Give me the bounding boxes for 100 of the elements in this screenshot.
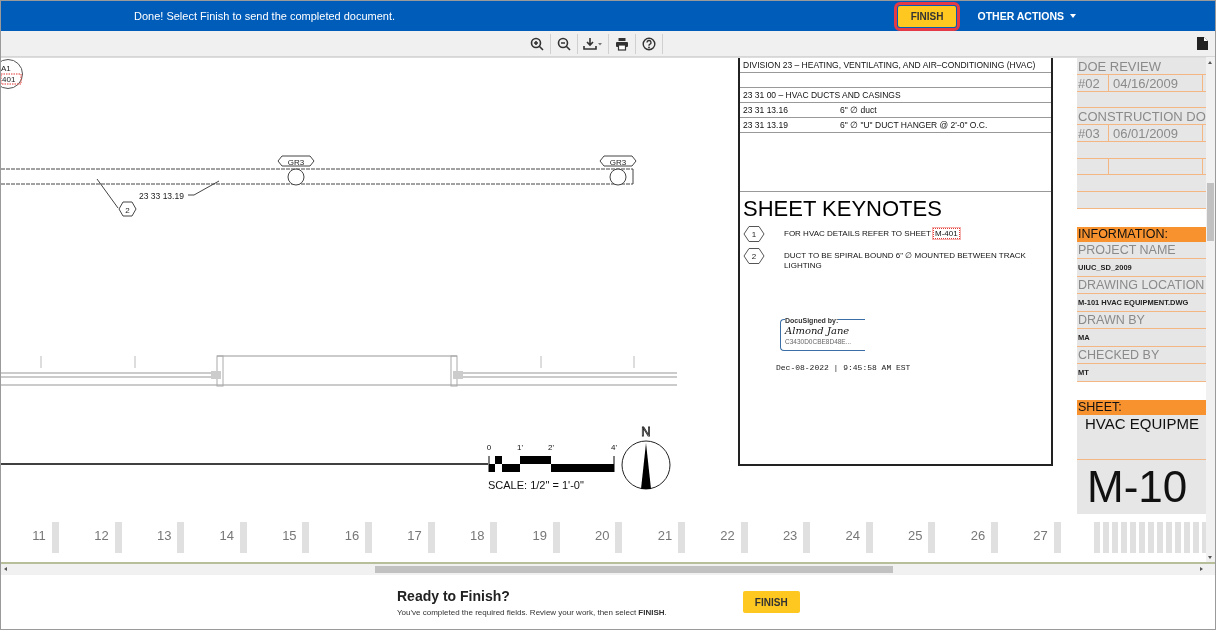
scale-tick-label: 4' <box>611 443 617 452</box>
field-label: DRAWING LOCATION <box>1077 277 1206 295</box>
column-circle <box>287 168 305 186</box>
tag-label: GR3 <box>287 157 305 167</box>
grid-number: 18 <box>468 527 486 545</box>
finish-button[interactable]: FINISH <box>742 591 800 613</box>
footer-heading: Ready to Finish? <box>397 587 511 604</box>
grid-number: 11 <box>31 527 47 545</box>
grid-marker <box>1053 522 1061 553</box>
scroll-left-arrow[interactable] <box>4 567 7 571</box>
keynote-number: 1 <box>751 230 757 239</box>
grid-number: 17 <box>406 527 423 545</box>
table-cell: 6" ∅ duct <box>840 105 877 115</box>
field-label: DRAWN BY <box>1077 312 1206 330</box>
grid-marker <box>552 522 560 553</box>
marker-label: 401 <box>2 75 16 84</box>
grid-number: 27 <box>1032 527 1049 545</box>
tag-label: GR3 <box>609 157 627 167</box>
keynote-text: DUCT TO BE SPIRAL BOUND 6" ∅ MOUNTED BETWEEN TRACK LIGHTING <box>784 251 1026 270</box>
grid-number: 26 <box>969 527 987 545</box>
grid-number: 16 <box>343 527 361 545</box>
scroll-right-arrow[interactable] <box>1200 567 1203 571</box>
grid-marker <box>177 522 185 553</box>
markup-box <box>1 73 22 85</box>
grid-number: 15 <box>281 527 298 545</box>
grid-number: 25 <box>907 527 924 545</box>
footer-message: You've completed the required fields. Review your work, then select FINISH. <box>397 607 667 617</box>
revision-number: #03 <box>1077 125 1109 142</box>
scale-tick-label: 1' <box>517 443 523 452</box>
leader-line <box>187 180 220 196</box>
section-marker <box>1 59 23 89</box>
caret-icon <box>1070 14 1076 18</box>
keynotes-heading: SHEET KEYNOTES <box>743 196 943 222</box>
leader-line <box>96 178 119 209</box>
grid-marker <box>928 522 936 553</box>
keynote-number: 2 <box>751 252 757 261</box>
grid-marker <box>677 522 685 553</box>
grid-number: 13 <box>155 527 173 545</box>
grid-marker <box>615 522 623 553</box>
vertical-scrollbar[interactable] <box>1206 57 1215 562</box>
scale-tick-label: 2' <box>548 443 554 452</box>
scale-label: SCALE: 1/2" = 1'-0" <box>488 479 584 491</box>
keynote-hexagon <box>118 201 137 217</box>
grid-marker <box>865 522 873 553</box>
sheet-link[interactable]: M-401 <box>933 228 960 239</box>
grid-number: 14 <box>218 527 235 545</box>
table-cell-text: 23 31 13.19 <box>743 120 789 130</box>
banner-message: Done! Select Finish to send the completed document. <box>134 10 397 22</box>
grid-tag <box>277 155 315 167</box>
section-heading: INFORMATION: <box>1077 227 1206 243</box>
scroll-thumb[interactable] <box>375 566 893 573</box>
north-arrow-drawing <box>621 440 671 490</box>
grid-marker <box>239 522 247 553</box>
table-cell: DIVISION 23 – HEATING, VENTILATING, AND AIR–CONDITIONING (HVAC) <box>743 60 1036 70</box>
download-icon <box>583 36 603 51</box>
revision-date: 04/16/2009 <box>1109 75 1203 91</box>
grid-number: 23 <box>781 527 799 545</box>
scale-tick-label: 0 <box>486 443 492 452</box>
keynote-text: FOR HVAC DETAILS REFER TO SHEET <box>784 229 931 238</box>
keynote-number: 2 <box>125 205 130 215</box>
field-label: PROJECT NAME <box>1077 242 1206 260</box>
grid-number: 19 <box>531 527 548 545</box>
table-cell-text: 23 31 13.16 <box>743 105 789 115</box>
sheet-name: HVAC EQUIPME <box>1077 415 1206 460</box>
north-label: N <box>641 424 651 439</box>
zoom-out-icon <box>557 36 571 51</box>
grid-marker <box>490 522 498 553</box>
document-icon <box>1197 37 1208 50</box>
grid-number: 22 <box>719 527 736 545</box>
other-actions-button[interactable]: OTHER ACTIONS <box>977 10 1076 22</box>
table-cell: 6" ∅ "U" DUCT HANGER @ 2'-0" O.C. <box>840 120 988 130</box>
grid-marker <box>52 522 59 553</box>
scroll-thumb[interactable] <box>1207 183 1214 241</box>
marker-label: A1 <box>1 64 11 73</box>
column-circle <box>609 168 627 186</box>
revision-title: DOE REVIEW <box>1077 58 1206 75</box>
sheet-number: M-10 <box>1077 459 1206 514</box>
grid-marker <box>803 522 811 553</box>
grid-marker <box>114 522 122 553</box>
field-label: CHECKED BY <box>1077 347 1206 365</box>
revision-number: #02 <box>1077 75 1109 91</box>
scroll-down-arrow[interactable] <box>1208 556 1212 559</box>
signature: Almond Jane <box>785 325 851 338</box>
revision-date: 06/01/2009 <box>1109 125 1203 142</box>
grid-number: 21 <box>656 527 674 545</box>
zoom-in-icon <box>530 36 544 51</box>
grid-marker <box>364 522 372 553</box>
scroll-up-arrow[interactable] <box>1208 61 1212 64</box>
printer-icon <box>615 36 629 51</box>
keynote-hexagon <box>743 226 765 242</box>
grid-marker <box>740 522 748 553</box>
horizontal-scrollbar[interactable] <box>1 562 1215 575</box>
grid-tag <box>599 155 637 167</box>
grid-marker <box>990 522 998 553</box>
grid-number: 12 <box>93 527 110 545</box>
grid-number: 20 <box>594 527 611 545</box>
grid-marker <box>427 522 435 553</box>
keynote-hexagon <box>743 248 765 264</box>
revision-title: CONSTRUCTION DO <box>1077 108 1206 126</box>
table-cell: 23 31 00 – HVAC DUCTS AND CASINGS <box>743 90 901 100</box>
